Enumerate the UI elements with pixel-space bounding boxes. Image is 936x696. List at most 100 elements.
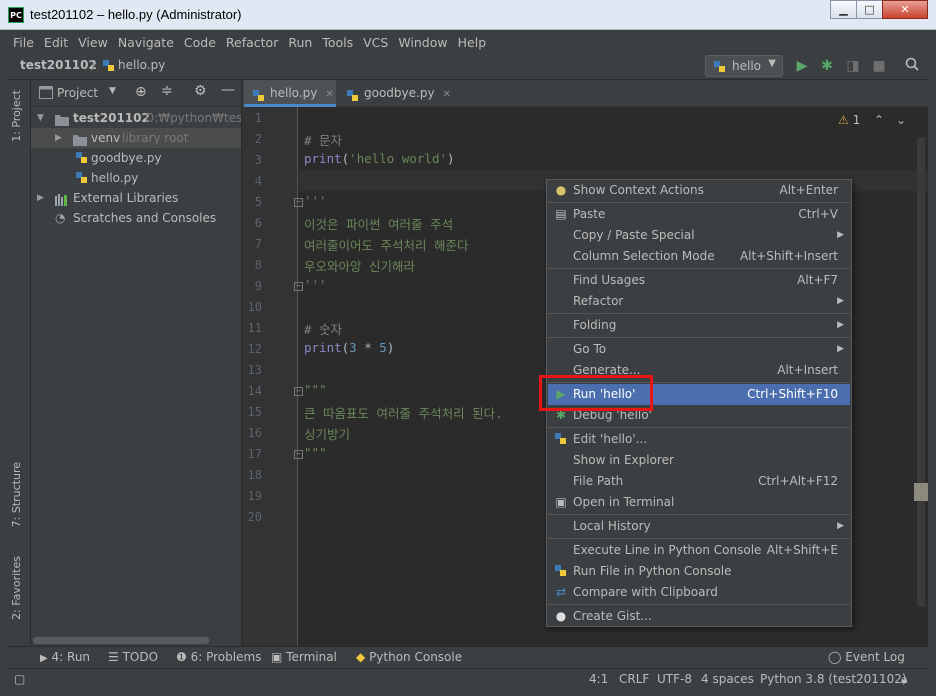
menu-window[interactable]: Window	[393, 35, 452, 50]
code-line-5: '''	[304, 193, 327, 208]
indent-setting[interactable]: 4 spaces	[701, 672, 754, 686]
fold-marker-icon[interactable]: −	[294, 450, 303, 459]
fold-marker-icon[interactable]: −	[294, 282, 303, 291]
menu-generate[interactable]: Generate... Alt+Insert	[548, 360, 850, 381]
terminal-tool-tab[interactable]: ▣ Terminal	[271, 650, 337, 664]
favorites-tool-tab[interactable]: 2: Favorites	[10, 556, 23, 620]
menu-find-usages[interactable]: Find Usages Alt+F7	[548, 270, 850, 291]
lock-icon[interactable]: 🔒︎	[901, 672, 907, 687]
run-tool-tab[interactable]: ▶ 4: Run	[40, 650, 90, 664]
next-highlight-icon[interactable]: ⌄	[896, 113, 906, 127]
menu-show-in-explorer[interactable]: Show in Explorer	[548, 450, 850, 471]
menu-navigate[interactable]: Navigate	[113, 35, 179, 50]
project-tool-tab[interactable]: 1: Project	[10, 90, 23, 142]
caret-position[interactable]: 4:1	[589, 672, 608, 686]
menu-refactor[interactable]: Refactor	[221, 35, 283, 50]
debug-bug-icon[interactable]: ✱	[818, 57, 836, 75]
python-file-icon	[102, 59, 116, 76]
line-number: 18	[247, 468, 262, 482]
tab-hello-py[interactable]: hello.py ✕	[244, 80, 336, 107]
chevron-down-icon[interactable]: ▼	[37, 108, 44, 128]
python-interpreter[interactable]: Python 3.8 (test201102)	[760, 672, 907, 686]
problems-tool-tab[interactable]: ❶ 6: Problems	[176, 650, 261, 664]
menu-copy-paste-special[interactable]: Copy / Paste Special ▶	[548, 225, 850, 246]
tree-item-venv[interactable]: ▶ venv library root	[31, 128, 241, 148]
breadcrumb-file[interactable]: hello.py	[118, 58, 165, 72]
editor-error-stripe-marker[interactable]	[914, 483, 928, 501]
event-log-tool-tab[interactable]: ◯ Event Log	[828, 650, 905, 664]
run-configuration-select[interactable]: hello ▼	[705, 55, 783, 77]
navigation-bar: test201102 〉 hello.py hello ▼ ▶ ✱ ◨ ■	[8, 54, 928, 80]
tree-root-project[interactable]: ▼ test201102 D:₩python₩test2(	[31, 108, 241, 128]
structure-tool-tab[interactable]: 7: Structure	[10, 462, 23, 527]
tab-goodbye-py[interactable]: goodbye.py ✕	[338, 80, 451, 107]
info-icon: ❶	[176, 650, 187, 664]
tree-item-goodbye-py[interactable]: goodbye.py	[31, 148, 241, 168]
menu-code[interactable]: Code	[179, 35, 221, 50]
chevron-right-icon[interactable]: ▶	[55, 128, 62, 148]
locate-file-icon[interactable]: ⊕	[135, 84, 147, 100]
tree-item-hello-py[interactable]: hello.py	[31, 168, 241, 188]
menu-edit-hello[interactable]: Edit 'hello'...	[548, 429, 850, 450]
submenu-arrow-icon: ▶	[837, 344, 844, 354]
tree-item-scratches[interactable]: ◔ Scratches and Consoles	[31, 208, 241, 228]
chevron-right-icon[interactable]: ▶	[37, 188, 44, 208]
project-horizontal-scrollbar[interactable]	[33, 637, 209, 644]
run-with-coverage-icon[interactable]: ◨	[844, 57, 862, 75]
run-icon[interactable]: ▶	[793, 57, 811, 75]
minimize-button[interactable]: ▁	[830, 0, 857, 19]
line-number: 2	[254, 132, 262, 146]
menu-file[interactable]: File	[8, 35, 39, 50]
fold-marker-icon[interactable]: −	[294, 198, 303, 207]
collapse-all-icon[interactable]: ≑	[161, 83, 173, 99]
menu-help[interactable]: Help	[453, 35, 492, 50]
tree-item-external-libraries[interactable]: ▶ External Libraries	[31, 188, 241, 208]
menu-run-file-console[interactable]: Run File in Python Console	[548, 561, 850, 582]
toggle-tool-windows-icon[interactable]: ▢	[14, 672, 25, 686]
menu-view[interactable]: View	[73, 35, 113, 50]
previous-highlight-icon[interactable]: ⌃	[874, 113, 884, 127]
line-number-gutter: 1 2 3 4 5 6 7 8 9 10 11 12 13 14 15 16 1…	[242, 107, 298, 646]
close-tab-icon[interactable]: ✕	[325, 89, 333, 100]
fold-marker-icon[interactable]: −	[294, 387, 303, 396]
menu-file-path[interactable]: File Path Ctrl+Alt+F12	[548, 471, 850, 492]
hide-panel-icon[interactable]: —	[221, 82, 235, 98]
inspection-widget[interactable]: ⚠ 1 ⌃ ⌄	[838, 113, 906, 127]
menu-debug-hello[interactable]: ✱ Debug 'hello'	[548, 405, 850, 426]
menu-paste[interactable]: ▤ Paste Ctrl+V	[548, 204, 850, 225]
menu-local-history[interactable]: Local History ▶	[548, 516, 850, 537]
editor-scrollbar[interactable]	[917, 137, 925, 607]
close-tab-icon[interactable]: ✕	[443, 89, 451, 100]
search-icon[interactable]	[903, 57, 921, 75]
breadcrumb-project[interactable]: test201102	[20, 58, 97, 72]
menu-folding[interactable]: Folding ▶	[548, 315, 850, 336]
file-encoding[interactable]: UTF-8	[657, 672, 692, 686]
menu-tools[interactable]: Tools	[317, 35, 358, 50]
menu-vcs[interactable]: VCS	[358, 35, 393, 50]
stop-icon[interactable]: ■	[870, 57, 888, 75]
menu-create-gist[interactable]: ● Create Gist...	[548, 606, 850, 627]
todo-tool-tab[interactable]: ☰ TODO	[108, 650, 158, 664]
project-view-title[interactable]: Project	[57, 86, 98, 100]
python-console-tool-tab[interactable]: ◆ Python Console	[356, 650, 462, 664]
goodbye-file-label: goodbye.py	[91, 151, 162, 165]
line-number: 20	[247, 510, 262, 524]
menu-edit[interactable]: Edit	[39, 35, 73, 50]
python-file-icon	[75, 151, 89, 168]
menu-execute-line-console[interactable]: Execute Line in Python Console Alt+Shift…	[548, 540, 850, 561]
line-separator[interactable]: CRLF	[619, 672, 649, 686]
menu-go-to[interactable]: Go To ▶	[548, 339, 850, 360]
menu-refactor[interactable]: Refactor ▶	[548, 291, 850, 312]
menu-run[interactable]: Run	[283, 35, 317, 50]
maximize-button[interactable]: □	[856, 0, 883, 19]
menu-open-in-terminal[interactable]: ▣ Open in Terminal	[548, 492, 850, 513]
menu-show-context-actions[interactable]: ● Show Context Actions Alt+Enter	[548, 180, 850, 201]
menu-compare-clipboard[interactable]: ⇄ Compare with Clipboard	[548, 582, 850, 603]
close-window-button[interactable]: ✕	[882, 0, 928, 19]
menu-run-hello[interactable]: ▶ Run 'hello' Ctrl+Shift+F10	[548, 384, 850, 405]
chevron-down-icon[interactable]: ▼	[109, 86, 116, 96]
gear-icon[interactable]: ⚙	[194, 83, 207, 99]
menu-column-selection-mode[interactable]: Column Selection Mode Alt+Shift+Insert	[548, 246, 850, 267]
editor-tab-bar: hello.py ✕ goodbye.py ✕	[242, 80, 928, 107]
code-line-2: # 문자	[304, 133, 343, 148]
